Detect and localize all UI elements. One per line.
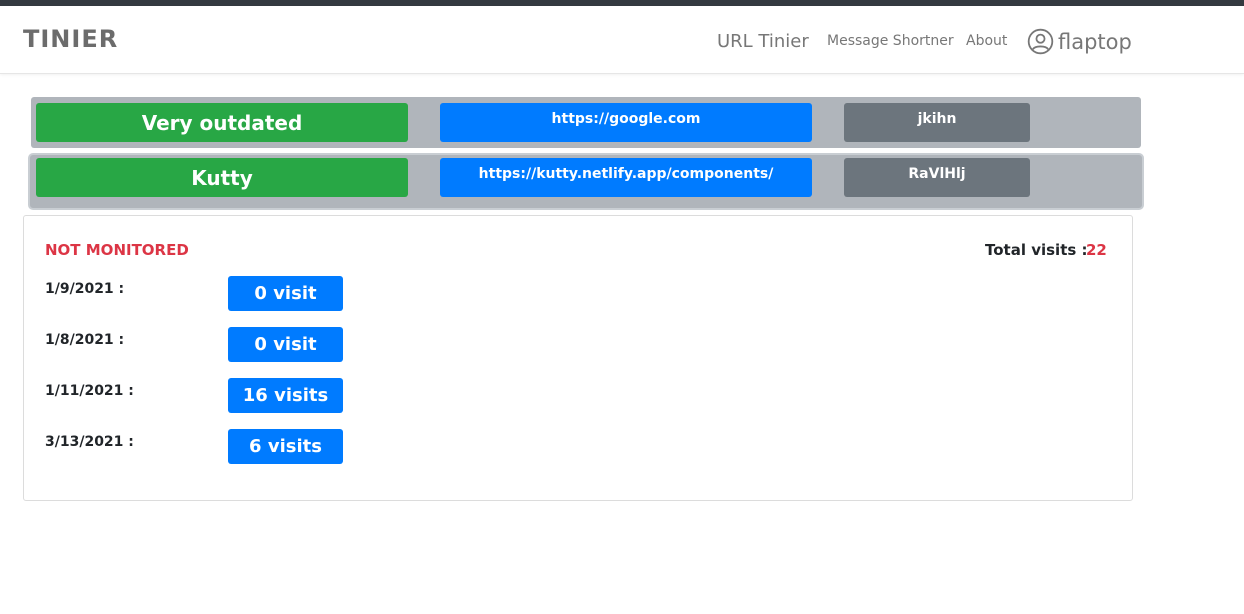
visit-date: 3/13/2021 : <box>45 434 134 450</box>
brand-logo[interactable]: TINIER <box>23 25 118 53</box>
nav-url-tinier[interactable]: URL Tinier <box>717 31 809 52</box>
nav-user-menu[interactable]: flaptop <box>1027 28 1132 55</box>
visit-count-badge: 0 visit <box>228 276 343 311</box>
link-name-button[interactable]: Very outdated <box>36 103 408 142</box>
visit-count-badge: 16 visits <box>228 378 343 413</box>
total-visits-value: 22 <box>1086 241 1107 259</box>
nav-message-shortner[interactable]: Message Shortner <box>827 33 954 49</box>
link-url-button[interactable]: https://kutty.netlify.app/components/ <box>440 158 812 197</box>
user-name: flaptop <box>1058 29 1132 54</box>
total-visits-label: Total visits : <box>985 241 1088 259</box>
link-row-selected[interactable]: Kutty https://kutty.netlify.app/componen… <box>28 153 1144 210</box>
visit-count-badge: 0 visit <box>228 327 343 362</box>
visit-count-badge: 6 visits <box>228 429 343 464</box>
link-code-badge[interactable]: RaVlHlj <box>844 158 1030 197</box>
link-row[interactable]: Very outdated https://google.com jkihn <box>31 97 1141 148</box>
link-details-card: NOT MONITORED Total visits : 22 1/9/2021… <box>23 215 1133 501</box>
visit-date: 1/11/2021 : <box>45 383 134 399</box>
visit-date: 1/8/2021 : <box>45 332 125 348</box>
user-circle-icon <box>1027 28 1054 55</box>
link-url-button[interactable]: https://google.com <box>440 103 812 142</box>
nav-about[interactable]: About <box>966 33 1007 49</box>
link-code-badge[interactable]: jkihn <box>844 103 1030 142</box>
link-name-button[interactable]: Kutty <box>36 158 408 197</box>
navbar: TINIER URL Tinier Message Shortner About… <box>0 6 1244 74</box>
visit-date: 1/9/2021 : <box>45 281 125 297</box>
monitor-status: NOT MONITORED <box>45 241 189 259</box>
